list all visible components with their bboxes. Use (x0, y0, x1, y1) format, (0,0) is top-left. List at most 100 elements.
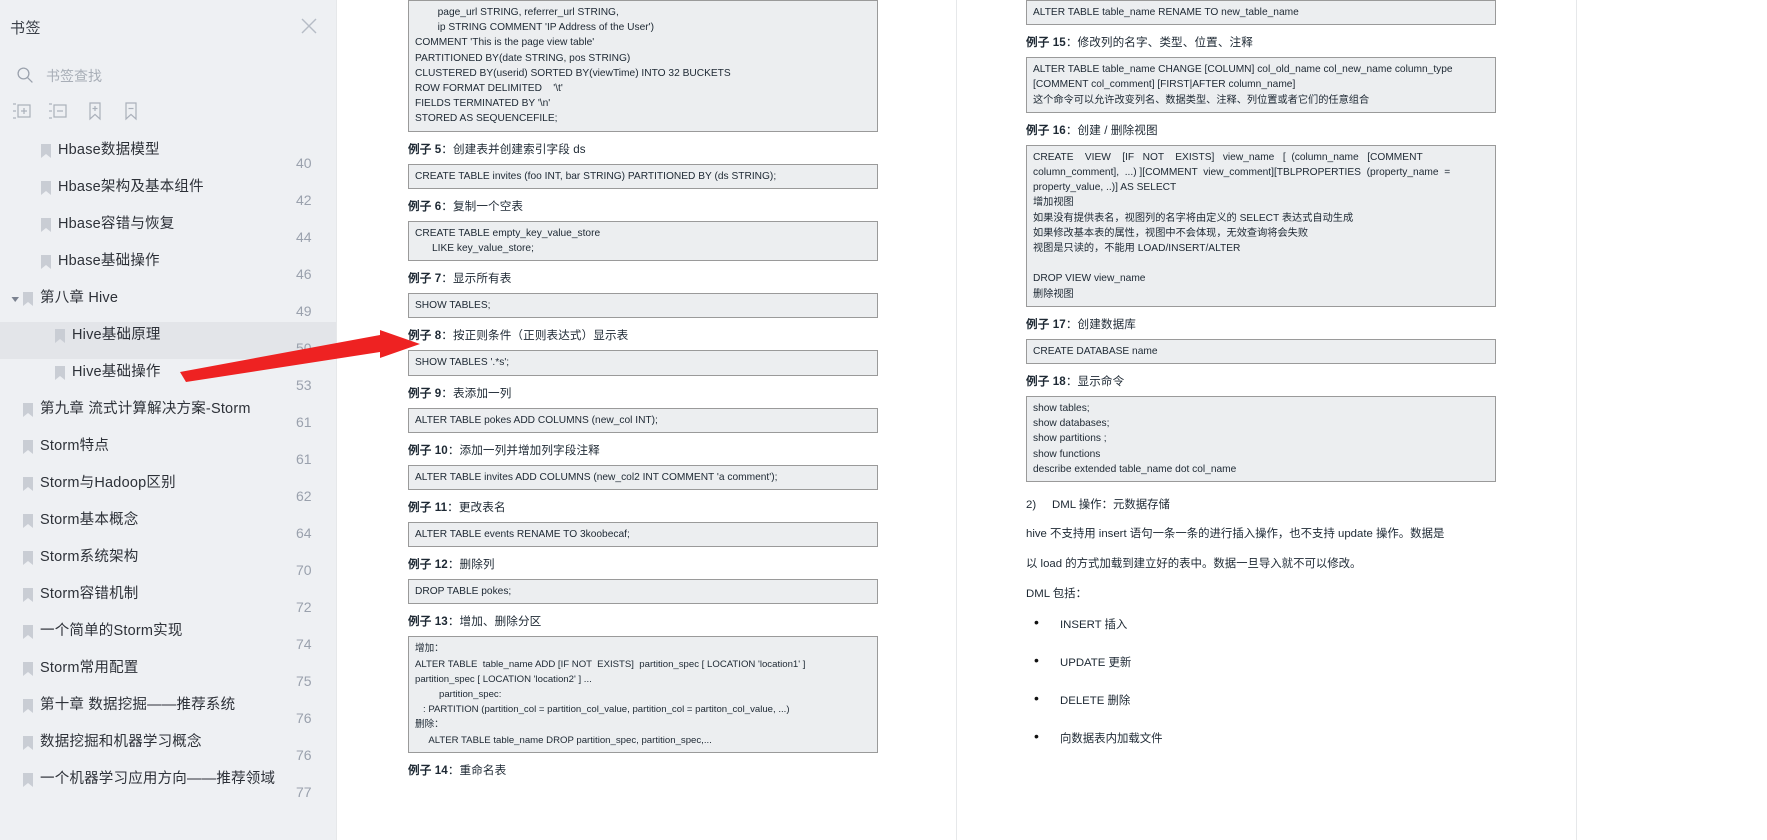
bookmark-item[interactable]: Hbase容错与恢复 44 (0, 211, 336, 248)
example-title: ：删除列 (447, 558, 495, 572)
example-title: ：重命名表 (447, 763, 507, 777)
example-heading: 例子 10：添加一列并增加列字段注释 (408, 442, 878, 458)
bookmark-item-label: Hive基础原理 (72, 327, 161, 343)
bookmark-item[interactable]: Hive基础原理 50 (0, 322, 336, 359)
bookmark-item-indent (8, 733, 22, 739)
bookmark-item[interactable]: Storm基本概念 64 (0, 507, 336, 544)
example-title: ：按正则条件（正则表达式）显示表 (441, 329, 629, 343)
example-title: ：增加、删除分区 (447, 615, 542, 629)
bookmark-item[interactable]: Hbase数据模型 40 (0, 137, 336, 174)
remove-bookmark-icon[interactable] (116, 99, 146, 123)
add-bookmark-icon[interactable] (80, 99, 110, 123)
bookmark-item[interactable]: Hbase架构及基本组件 42 (0, 174, 336, 211)
numbered-item-marker: 2) (1026, 499, 1037, 512)
bookmark-flag-icon (40, 141, 58, 164)
bookmark-flag-icon (22, 696, 40, 719)
bookmark-item[interactable]: Hbase基础操作 46 (0, 248, 336, 285)
bookmark-toolbar (0, 99, 336, 137)
bookmark-item-label: 一个简单的Storm实现 (40, 623, 183, 639)
code-block: ALTER TABLE table_name CHANGE [COLUMN] c… (1026, 57, 1496, 113)
bookmark-item[interactable]: 一个机器学习应用方向——推荐领域 77 (0, 766, 336, 803)
example-heading: 例子 9：表添加一列 (408, 385, 878, 401)
bookmark-item-indent (8, 696, 22, 702)
bookmark-item[interactable]: 一个简单的Storm实现 74 (0, 618, 336, 655)
bookmark-list[interactable]: Hbase数据模型 40 Hbase架构及基本组件 42 Hbase容错与恢复 44 Hba… (0, 137, 336, 840)
bookmark-item-indent (26, 252, 40, 258)
bookmark-item-indent (26, 141, 40, 147)
bookmark-flag-icon (22, 400, 40, 423)
code-block: show tables; show databases; show partit… (1026, 396, 1496, 483)
bookmark-item[interactable]: Hive基础操作 53 (0, 359, 336, 396)
bookmark-flag-icon (22, 733, 40, 756)
bookmark-flag-icon (22, 622, 40, 645)
example-title: ：创建 / 删除视图 (1065, 123, 1158, 137)
example-number: 例子 11 (408, 501, 448, 515)
bookmark-page-number: 62 (296, 488, 312, 504)
bookmark-item[interactable]: Storm常用配置 75 (0, 655, 336, 692)
bullet-item: 向数据表内加载文件 (1026, 728, 1496, 746)
code-block: CREATE VIEW [IF NOT EXISTS] view_name [ … (1026, 144, 1496, 307)
bookmark-page-number: 75 (296, 673, 312, 689)
paragraph: DML 包括： (1026, 588, 1087, 601)
code-block: CREATE TABLE invites (foo INT, bar STRIN… (408, 163, 878, 189)
bookmark-flag-icon (22, 511, 40, 534)
bookmark-page-number: 40 (296, 155, 312, 171)
bookmark-item-indent (8, 585, 22, 591)
example-heading: 例子 14：重命名表 (408, 762, 878, 778)
example-title: ：更改表名 (447, 501, 506, 515)
bookmark-flag-icon (22, 770, 40, 793)
bookmark-flag-icon (22, 437, 40, 460)
bookmark-item[interactable]: Storm与Hadoop区别 62 (0, 470, 336, 507)
bookmark-page-number: 72 (296, 599, 312, 615)
bookmark-page-number: 50 (296, 340, 312, 356)
bookmark-item[interactable]: Storm系统架构 70 (0, 544, 336, 581)
bookmark-item-label: 一个机器学习应用方向——推荐领域 (40, 771, 276, 787)
bullet-item: INSERT 插入 (1026, 614, 1496, 632)
bookmark-page-number: 61 (296, 451, 312, 467)
bookmark-item-label: Hbase容错与恢复 (58, 216, 175, 232)
example-heading: 例子 16：创建 / 删除视图 (1026, 122, 1496, 138)
example-number: 例子 6 (408, 199, 442, 213)
example-number: 例子 17 (1026, 317, 1066, 331)
search-input[interactable] (44, 62, 308, 90)
bookmark-item-label: Storm系统架构 (40, 549, 139, 565)
page-edge-left (336, 0, 337, 840)
expand-all-icon[interactable] (7, 99, 37, 123)
paragraph: hive 不支持用 insert 语句一条一条的进行插入操作，也不支持 upda… (1026, 528, 1445, 541)
bookmark-item[interactable]: 第八章 Hive 49 (0, 285, 336, 322)
bookmark-item-indent (8, 659, 22, 665)
collapse-all-icon[interactable] (43, 99, 73, 123)
bookmark-item[interactable]: 数据挖掘和机器学习概念 76 (0, 729, 336, 766)
bookmark-item-indent (8, 474, 22, 480)
example-heading: 例子 18：显示命令 (1026, 373, 1496, 389)
example-title: ：显示所有表 (441, 272, 512, 286)
bookmark-search-row (0, 57, 336, 99)
example-title: ：添加一列并增加列字段注释 (447, 443, 600, 457)
bookmark-page-number: 44 (296, 229, 312, 245)
page-edge-right (1576, 0, 1577, 840)
code-block: 增加： ALTER TABLE table_name ADD [IF NOT E… (408, 636, 878, 753)
bookmark-item-label: Storm特点 (40, 438, 110, 454)
example-number: 例子 14 (408, 763, 448, 777)
bookmark-item-indent (8, 622, 22, 628)
bookmark-item[interactable]: 第十章 数据挖掘——推荐系统 76 (0, 692, 336, 729)
code-block: CREATE TABLE empty_key_value_store LIKE … (408, 220, 878, 262)
bookmark-item-label: 第九章 流式计算解决方案-Storm (40, 401, 251, 417)
bookmark-page-number: 64 (296, 525, 312, 541)
close-icon[interactable] (299, 16, 319, 36)
bookmark-item-indent (26, 215, 40, 221)
example-number: 例子 8 (408, 329, 442, 343)
expand-triangle-icon[interactable] (8, 289, 22, 304)
example-number: 例子 7 (408, 272, 442, 286)
example-heading: 例子 13：增加、删除分区 (408, 613, 878, 629)
bookmark-flag-icon (40, 215, 58, 238)
bookmark-panel-header: 书签 (0, 0, 336, 55)
bookmark-item[interactable]: Storm特点 61 (0, 433, 336, 470)
bookmark-item-label: 第八章 Hive (40, 290, 119, 306)
bookmark-item[interactable]: Storm容错机制 72 (0, 581, 336, 618)
bookmark-item[interactable]: 第九章 流式计算解决方案-Storm 61 (0, 396, 336, 433)
bookmark-flag-icon (22, 548, 40, 571)
bookmark-item-label: Storm与Hadoop区别 (40, 475, 176, 491)
bookmark-page-number: 53 (296, 377, 312, 393)
bookmark-page-number: 42 (296, 192, 312, 208)
